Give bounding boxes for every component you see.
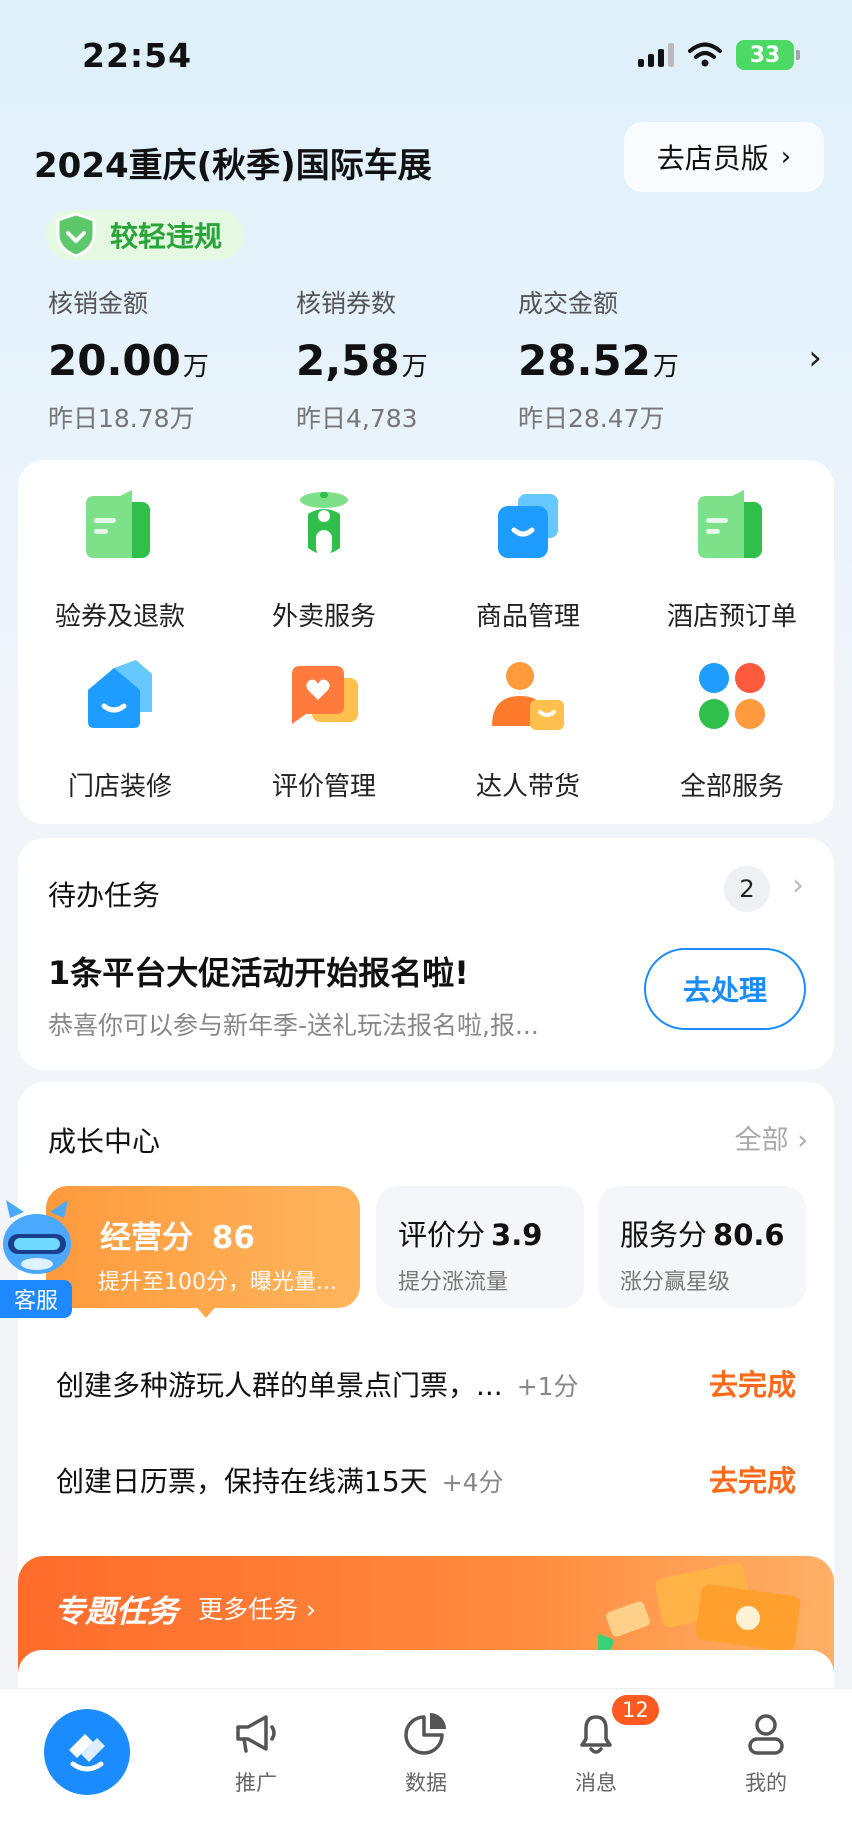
- todo-card: 待办任务 2 › 1条平台大促活动开始报名啦! 恭喜你可以参与新年季-送礼玩法报…: [18, 838, 834, 1070]
- stat-writeoff-amount[interactable]: 核销金额 20.00万 昨日18.78万: [48, 284, 209, 435]
- stat-value: 20.00万: [48, 336, 209, 385]
- service-score: 服务分 80.6: [620, 1218, 785, 1252]
- business-score-card[interactable]: 经营分 86 提升至100分，曝光量...: [46, 1186, 360, 1308]
- service-label: 达人带货: [475, 772, 580, 802]
- todo-title: 待办任务: [48, 879, 161, 912]
- service-label: 商品管理: [475, 602, 580, 632]
- growth-task-row: 创建多种游玩人群的单景点门票，... +1分: [56, 1364, 579, 1404]
- growth-all-link[interactable]: 全部 ›: [735, 1118, 808, 1157]
- todo-count-badge[interactable]: 2: [724, 866, 770, 912]
- stat-writeoff-count[interactable]: 核销券数 2,58万 昨日4,783: [296, 284, 428, 435]
- stat-value: 2,58万: [296, 336, 428, 385]
- chevron-right-icon[interactable]: ›: [808, 338, 822, 378]
- goods-box-icon: [498, 494, 558, 558]
- battery-icon: 33: [736, 40, 800, 70]
- influencer-icon: [492, 662, 564, 730]
- store-title[interactable]: 2024重庆(秋季)国际车展: [34, 138, 432, 187]
- nav-label: 消息: [575, 1771, 617, 1795]
- service-label: 评价管理: [271, 772, 376, 802]
- business-score-subtitle: 提升至100分，曝光量...: [98, 1270, 337, 1295]
- wifi-icon: [688, 42, 722, 67]
- service-goods[interactable]: 商品管理: [426, 486, 630, 633]
- service-score-subtitle: 涨分赢星级: [620, 1270, 731, 1295]
- violation-badge[interactable]: 较轻违规: [46, 210, 245, 260]
- megaphone-icon: [236, 1715, 276, 1753]
- review-score: 评价分 3.9: [398, 1218, 543, 1252]
- home-logo-icon: [69, 1734, 105, 1772]
- customer-service-label: 客服: [0, 1280, 72, 1318]
- scooter-icon: [300, 492, 348, 556]
- service-takeout[interactable]: 外卖服务: [222, 486, 426, 633]
- score-pointer: [194, 1304, 218, 1318]
- clerk-version-button[interactable]: 去店员版 ›: [624, 122, 824, 192]
- todo-description: 恭喜你可以参与新年季-送礼玩法报名啦,报...: [48, 1011, 539, 1040]
- service-label: 验券及退款: [54, 602, 185, 632]
- store-home-icon: [88, 660, 152, 728]
- review-heart-icon: [292, 666, 358, 724]
- review-score-subtitle: 提分涨流量: [398, 1270, 509, 1295]
- nav-label: 我的: [745, 1771, 787, 1795]
- status-icons: 33: [638, 40, 800, 70]
- special-tasks-title: 专题任务: [54, 1594, 178, 1630]
- task-complete-button[interactable]: 去完成: [709, 1362, 796, 1404]
- service-label: 酒店预订单: [666, 602, 797, 632]
- service-score-card[interactable]: 服务分 80.6 涨分赢星级: [598, 1186, 806, 1308]
- signal-icon: [638, 43, 674, 67]
- nav-promotion[interactable]: 推广: [196, 1711, 316, 1797]
- task-points: +1分: [516, 1372, 579, 1401]
- chevron-right-icon: ›: [780, 142, 792, 172]
- service-label: 外卖服务: [271, 602, 376, 632]
- chevron-right-icon: ›: [305, 1595, 316, 1624]
- stat-label: 核销金额: [48, 289, 149, 318]
- nav-data[interactable]: 数据: [366, 1711, 486, 1797]
- violation-label: 较轻违规: [110, 220, 223, 253]
- service-all[interactable]: 全部服务: [630, 656, 834, 803]
- stat-previous: 昨日18.78万: [48, 404, 195, 433]
- nav-home-button[interactable]: [44, 1709, 130, 1795]
- service-hotel-orders[interactable]: 酒店预订单: [630, 486, 834, 633]
- service-voucher-refund[interactable]: 验券及退款: [18, 486, 222, 633]
- service-label: 全部服务: [679, 772, 784, 802]
- task-text: 创建多种游玩人群的单景点门票，...: [56, 1369, 503, 1402]
- shield-check-icon: [56, 212, 96, 258]
- service-influencer[interactable]: 达人带货: [426, 656, 630, 803]
- status-time: 22:54: [82, 36, 193, 75]
- task-points: +4分: [441, 1468, 504, 1497]
- chevron-right-icon: ›: [797, 1125, 808, 1156]
- hotel-order-icon: [698, 490, 762, 558]
- business-score: 经营分 86: [100, 1220, 255, 1256]
- service-label: 门店装修: [67, 772, 172, 802]
- service-review-management[interactable]: 评价管理: [222, 656, 426, 803]
- stat-deal-amount[interactable]: 成交金额 28.52万 昨日28.47万: [518, 284, 679, 435]
- nav-profile[interactable]: 我的: [706, 1711, 826, 1797]
- todo-process-button[interactable]: 去处理: [644, 948, 806, 1030]
- pie-chart-icon: [404, 1713, 446, 1755]
- growth-task-row: 创建日历票，保持在线满15天 +4分: [56, 1460, 504, 1500]
- customer-service-float[interactable]: 客服: [0, 1198, 74, 1318]
- services-grid: 验券及退款 外卖服务 商品管理 酒店预订单 门店装修 评价管理 达人带货 全部服…: [18, 460, 834, 824]
- nav-label: 数据: [405, 1771, 447, 1795]
- profile-icon: [748, 1714, 784, 1755]
- clerk-version-label: 去店员版: [656, 142, 769, 175]
- robot-mascot-icon: [3, 1200, 71, 1274]
- stat-previous: 昨日4,783: [296, 404, 418, 433]
- nav-label: 推广: [235, 1771, 277, 1795]
- chevron-right-icon[interactable]: ›: [792, 868, 804, 903]
- task-text: 创建日历票，保持在线满15天: [56, 1465, 428, 1498]
- service-store-decoration[interactable]: 门店装修: [18, 656, 222, 803]
- stat-value: 28.52万: [518, 336, 679, 385]
- bottom-navigation: 推广 数据 消息 12 我的: [0, 1688, 852, 1846]
- review-score-card[interactable]: 评价分 3.9 提分涨流量: [376, 1186, 584, 1308]
- stat-label: 核销券数: [296, 289, 397, 318]
- voucher-icon: [86, 490, 150, 558]
- all-services-icon: [699, 663, 765, 729]
- todo-headline[interactable]: 1条平台大促活动开始报名啦!: [48, 948, 469, 994]
- more-tasks-link[interactable]: 更多任务 ›: [198, 1590, 316, 1626]
- growth-title: 成长中心: [48, 1125, 161, 1158]
- stat-previous: 昨日28.47万: [518, 404, 665, 433]
- message-count-badge: 12: [610, 1693, 661, 1727]
- task-complete-button[interactable]: 去完成: [709, 1458, 796, 1500]
- stat-label: 成交金额: [518, 289, 619, 318]
